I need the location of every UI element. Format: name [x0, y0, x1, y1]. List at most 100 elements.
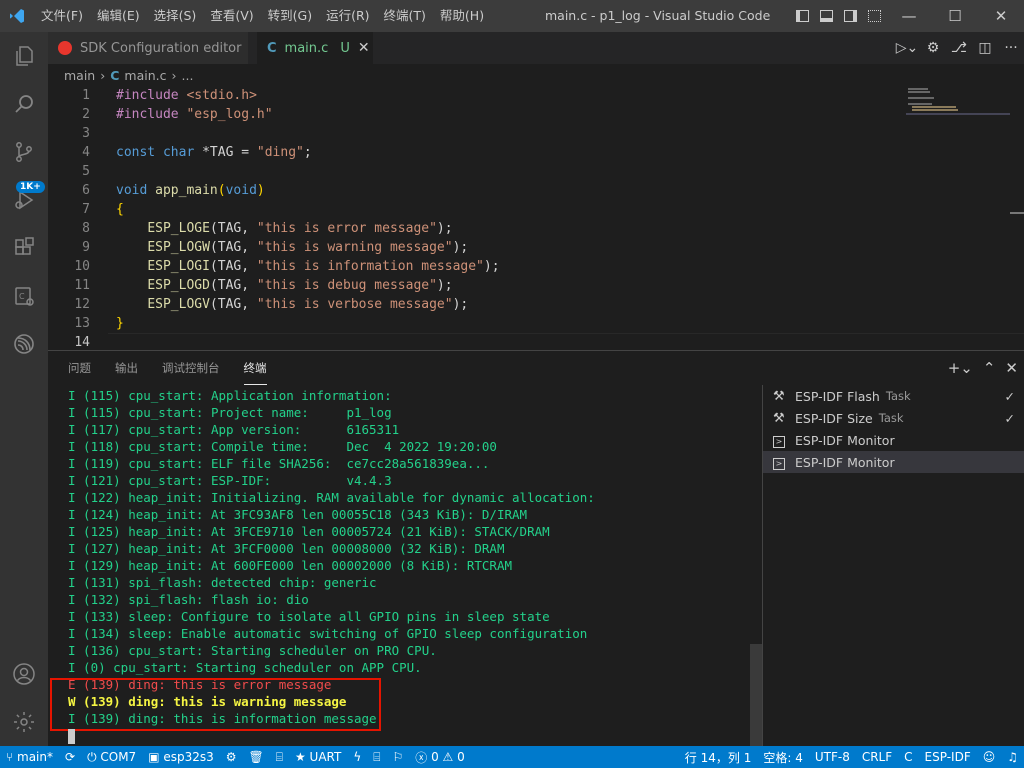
maximize-button[interactable]: ☐ [932, 0, 978, 32]
build-cylinder-icon[interactable]: ⌸ [270, 750, 289, 765]
tools-icon: ⚒ [773, 410, 785, 426]
language-mode[interactable]: C [898, 750, 918, 764]
flash-status[interactable]: ★ UART [289, 750, 347, 764]
line-number: 2 [82, 107, 90, 122]
tab-label: main.c [284, 40, 329, 56]
terminal-output[interactable]: I (115) cpu_start: Application informati… [68, 387, 758, 727]
terminal-item-label: ESP-IDF Monitor [795, 454, 895, 470]
toggle-panel-icon[interactable] [814, 0, 838, 32]
end-of-line[interactable]: CRLF [856, 750, 898, 764]
tab-problems[interactable]: 问题 [68, 351, 91, 385]
menu-terminal[interactable]: 终端(T) [377, 0, 433, 32]
branch-status[interactable]: ⑂ main* [0, 750, 59, 764]
new-terminal-icon[interactable]: +⌄ [948, 359, 973, 377]
terminal-line: I (115) cpu_start: Project name: p1_log [68, 405, 392, 420]
encoding[interactable]: UTF-8 [809, 750, 856, 764]
terminal-item-size[interactable]: ⚒ ESP-IDF Size Task ✓ [763, 407, 1024, 429]
run-debug-icon[interactable]: ▷⌄ [894, 40, 920, 56]
extensions-icon[interactable] [0, 224, 48, 272]
tab-sdk-config[interactable]: SDK Configuration editor [48, 32, 248, 64]
explorer-icon[interactable] [0, 32, 48, 80]
esp-idf-status[interactable]: ESP-IDF [919, 750, 977, 764]
menu-go[interactable]: 转到(G) [261, 0, 319, 32]
notifications-bell-icon[interactable]: ♫ [1001, 750, 1024, 764]
menu-view[interactable]: 查看(V) [203, 0, 260, 32]
code-line: ESP_LOGD(TAG, "this is debug message"); [147, 278, 453, 293]
manage-gear-icon[interactable] [0, 698, 48, 746]
terminal-line: I (115) cpu_start: Application informati… [68, 388, 392, 403]
indentation[interactable]: 空格: 4 [757, 749, 809, 766]
menu-help[interactable]: 帮助(H) [433, 0, 491, 32]
full-clean-trash-icon[interactable]: 🗑 [243, 750, 270, 764]
port-status[interactable]: ⏻ COM7 [81, 750, 142, 765]
tools-icon: ⚒ [773, 388, 785, 404]
terminal-line: I (131) spi_flash: detected chip: generi… [68, 575, 377, 590]
source-control-badge: 1K+ [16, 181, 45, 193]
tab-output[interactable]: 输出 [115, 351, 138, 385]
settings-gear-icon[interactable]: ⚙ [920, 40, 946, 56]
flash-lightning-icon[interactable]: ϟ [347, 750, 367, 764]
problems-status[interactable]: ⓧ 0 ⚠ 0 [409, 749, 471, 766]
target-label: esp32s3 [163, 750, 214, 764]
terminal-line: I (136) cpu_start: Starting scheduler on… [68, 643, 437, 658]
monitor-terminal-icon[interactable]: ⌸ [367, 750, 386, 765]
target-status[interactable]: ▣ esp32s3 [142, 750, 220, 764]
tab-debug-console[interactable]: 调试控制台 [162, 351, 220, 385]
tab-terminal[interactable]: 终端 [243, 351, 267, 385]
split-editor-icon[interactable]: ◫ [972, 40, 998, 56]
breadcrumb-file[interactable]: main.c [124, 68, 166, 83]
terminal-item-label: ESP-IDF Flash [795, 388, 880, 404]
feedback-icon[interactable]: ☺ [977, 750, 1002, 764]
terminal-scrollbar[interactable] [750, 644, 762, 747]
tab-main-c[interactable]: C main.c U ✕ [257, 32, 373, 64]
untracked-badge: U [340, 40, 350, 56]
toggle-sidebar-icon[interactable] [790, 0, 814, 32]
branch-icon: ⑂ [6, 750, 18, 764]
open-changes-icon[interactable]: ⎇ [946, 40, 972, 56]
maximize-panel-icon[interactable]: ⌃ [983, 359, 996, 377]
terminal-item-monitor-active[interactable]: > ESP-IDF Monitor [763, 451, 1024, 473]
code-editor[interactable]: 1 2 3 4 5 6 7 8 9 10 11 12 13 14 #includ… [48, 86, 1024, 352]
close-panel-icon[interactable]: ✕ [1005, 359, 1018, 377]
line-number: 8 [82, 221, 90, 236]
menu-edit[interactable]: 编辑(E) [90, 0, 147, 32]
terminal-item-monitor[interactable]: > ESP-IDF Monitor [763, 429, 1024, 451]
customize-layout-icon[interactable] [862, 0, 886, 32]
account-icon[interactable] [0, 650, 48, 698]
esp-idf-components-icon[interactable]: C [0, 272, 48, 320]
build-flash-monitor-icon[interactable]: ⚐ [386, 750, 409, 764]
breadcrumb-more[interactable]: ... [182, 68, 194, 83]
breadcrumb-folder[interactable]: main [64, 68, 95, 83]
terminal-item-label: ESP-IDF Size [795, 410, 873, 426]
close-window-button[interactable]: ✕ [978, 0, 1024, 32]
menuconfig-gear-icon[interactable]: ⚙ [220, 750, 243, 764]
terminal-item-flash[interactable]: ⚒ ESP-IDF Flash Task ✓ [763, 385, 1024, 407]
menu-selection[interactable]: 选择(S) [147, 0, 204, 32]
cursor-position[interactable]: 行 14，列 1 [679, 749, 758, 766]
more-actions-icon[interactable]: ··· [998, 40, 1024, 56]
minimize-button[interactable]: — [886, 0, 932, 32]
minimap[interactable] [906, 86, 1010, 116]
editor-scrollbar[interactable] [1010, 86, 1024, 346]
espressif-icon[interactable] [0, 320, 48, 368]
menu-run[interactable]: 运行(R) [319, 0, 376, 32]
toggle-secondary-sidebar-icon[interactable] [838, 0, 862, 32]
close-icon[interactable]: ✕ [358, 40, 370, 56]
branch-label: main* [17, 750, 53, 764]
terminal-cursor [68, 729, 75, 744]
code-line: ESP_LOGV(TAG, "this is verbose message")… [147, 297, 469, 312]
sync-icon[interactable]: ⟳ [59, 750, 81, 764]
source-control-icon[interactable] [0, 128, 48, 176]
search-icon[interactable] [0, 80, 48, 128]
line-number: 11 [74, 278, 90, 293]
menu-file[interactable]: 文件(F) [34, 0, 90, 32]
terminal-line: I (134) sleep: Enable automatic switchin… [68, 626, 588, 641]
terminal-line: I (122) heap_init: Initializing. RAM ava… [68, 490, 595, 505]
c-file-icon: C [267, 40, 277, 56]
line-number: 9 [82, 240, 90, 255]
check-icon: ✓ [1004, 410, 1015, 426]
terminal-line: I (118) cpu_start: Compile time: Dec 4 2… [68, 439, 497, 454]
chevron-right-icon: › [171, 67, 177, 83]
line-number: 6 [82, 183, 90, 198]
terminal-line: I (117) cpu_start: App version: 6165311 [68, 422, 400, 437]
